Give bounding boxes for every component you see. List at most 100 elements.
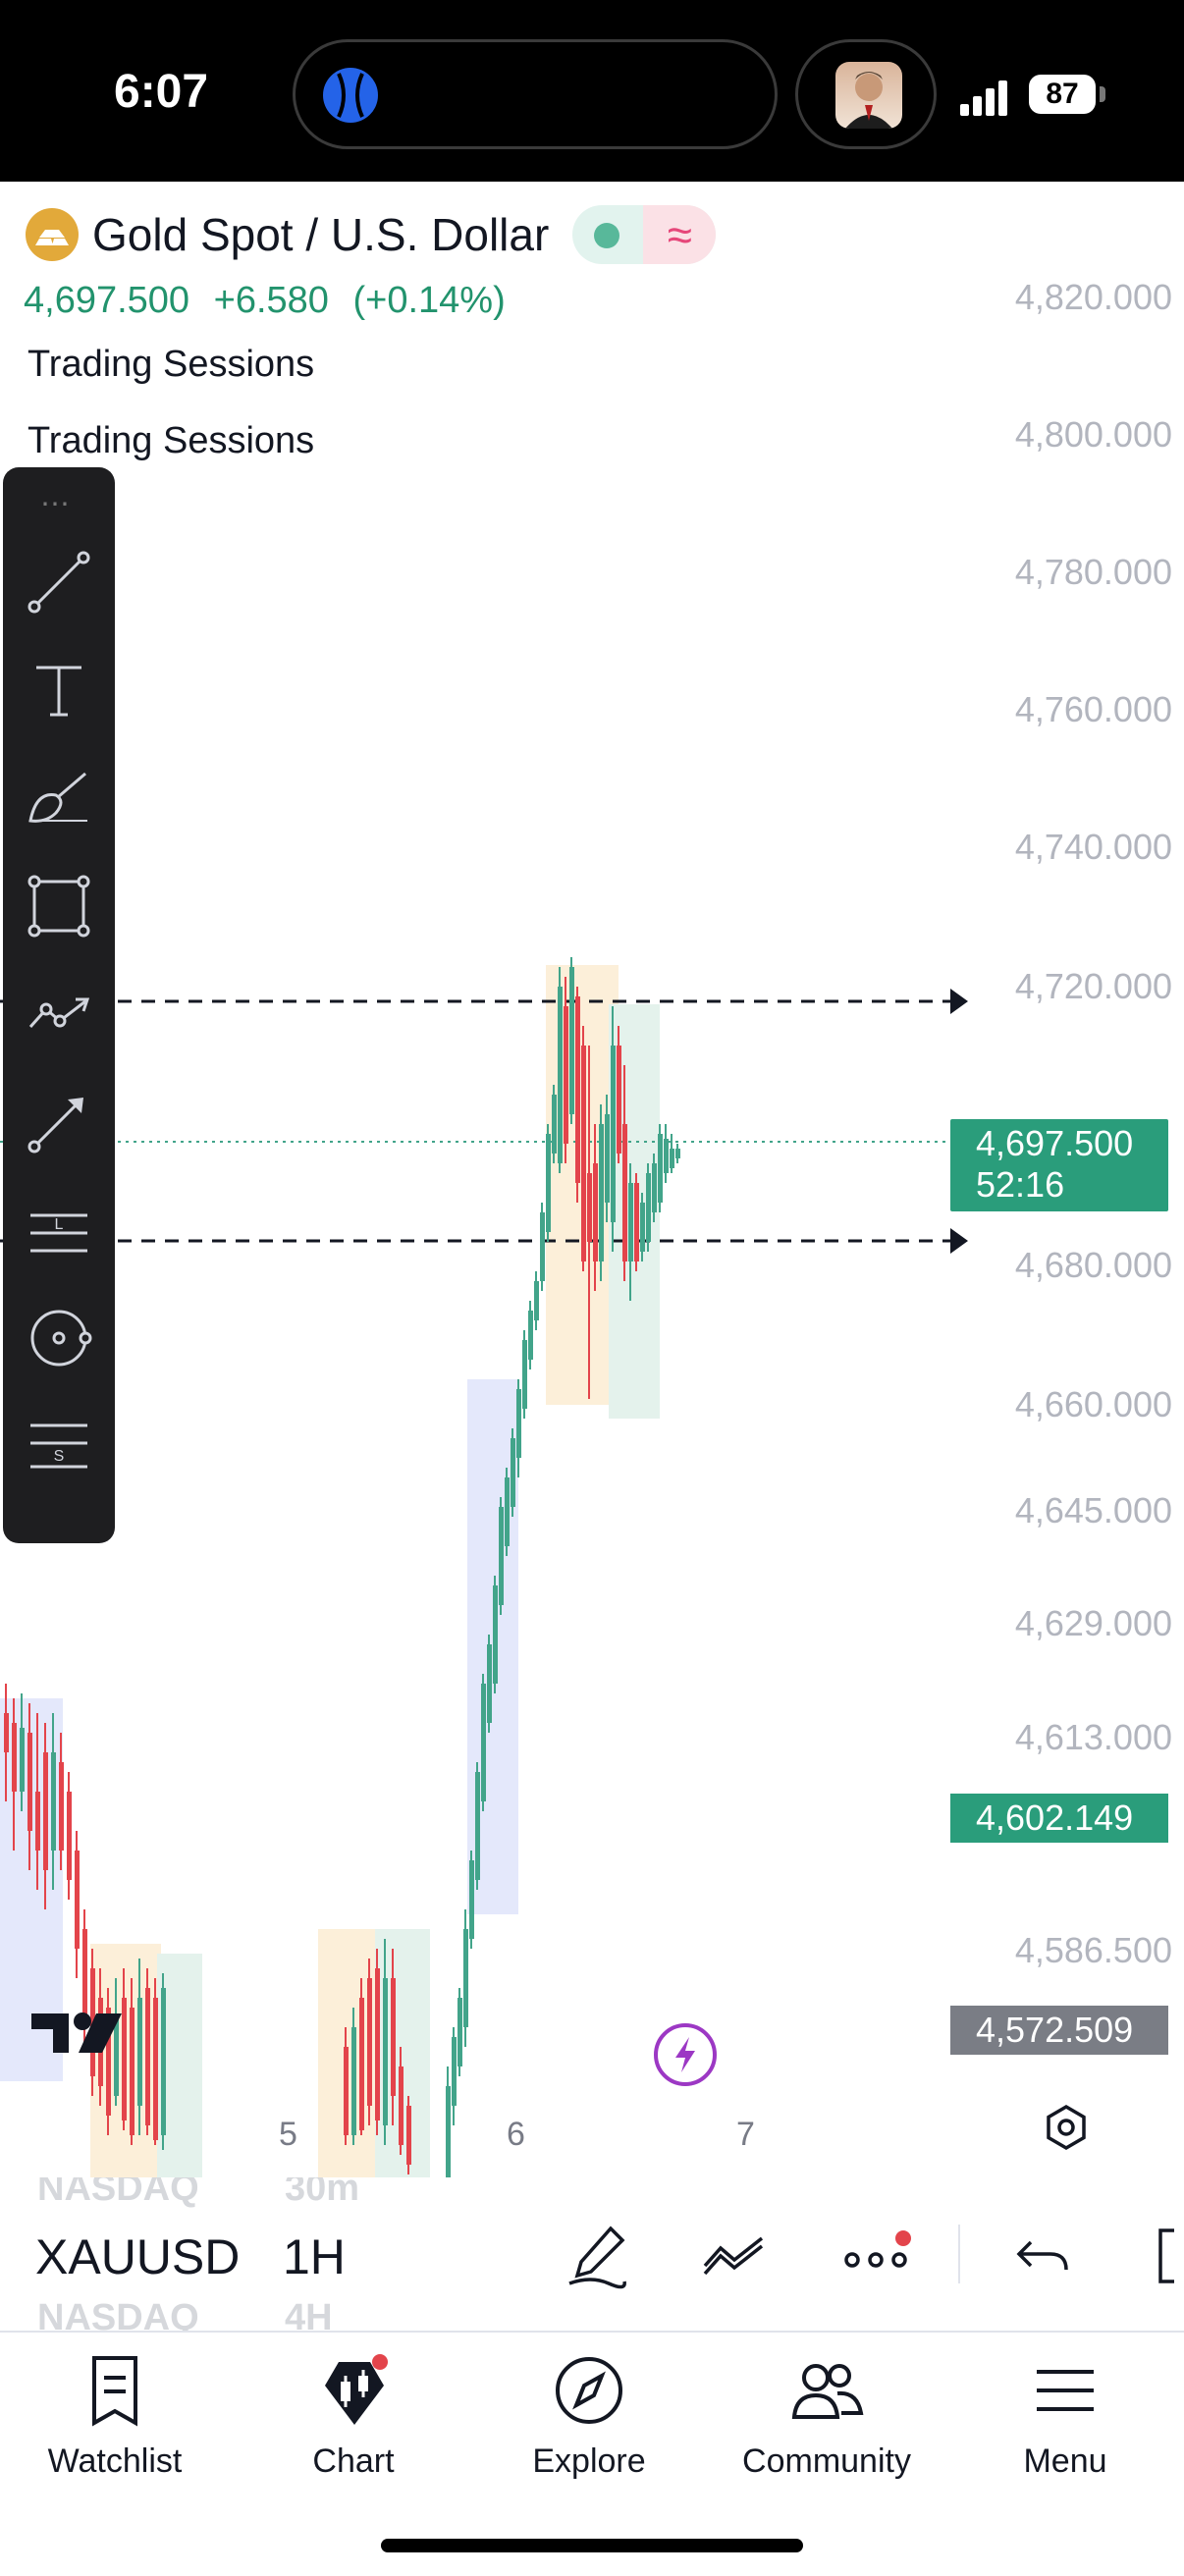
current-price-tag: 4,697.500 52:16 <box>950 1119 1168 1211</box>
candle-body <box>528 1311 533 1360</box>
candle-body <box>20 1728 25 1792</box>
interval-button[interactable]: 1H <box>283 2228 346 2285</box>
candle-body <box>564 1006 568 1144</box>
candle-body <box>546 1134 551 1232</box>
time-axis-label: 7 <box>736 2116 755 2153</box>
market-open-dot <box>594 223 620 248</box>
candle-body <box>452 2037 457 2106</box>
trend-line-tool-icon[interactable] <box>23 546 95 618</box>
price-change-percent: (+0.14%) <box>352 280 506 321</box>
indicators-icon[interactable] <box>699 2221 770 2291</box>
candle-body <box>646 1173 651 1242</box>
dynamic-island[interactable] <box>293 39 778 149</box>
flash-icon[interactable] <box>654 2023 717 2086</box>
long-position-tool-icon[interactable]: L <box>23 1194 95 1266</box>
battery-icon: 87 <box>1029 75 1096 114</box>
candle-body <box>675 1149 680 1158</box>
candle-body <box>4 1713 9 1752</box>
price-scale-label: 4,720.000 <box>1014 966 1172 1006</box>
brush-tool-icon[interactable] <box>23 762 95 834</box>
candle-body <box>391 1978 396 2096</box>
candle-body <box>569 967 574 1114</box>
symbol-header[interactable]: Gold Spot / U.S. Dollar ≈ <box>26 205 717 264</box>
chart-icon <box>325 2354 388 2425</box>
candle-body <box>481 1684 486 1801</box>
tradingview-logo-icon <box>31 2012 122 2053</box>
candle-body <box>67 1792 72 1880</box>
tab-community[interactable]: Community <box>728 2346 925 2481</box>
contact-avatar <box>835 62 902 129</box>
candle-body <box>622 1124 627 1261</box>
chart-toolbar: NASDAQ 30m NASDAQ 4H XAUUSD 1H <box>0 2177 1184 2331</box>
candle-body <box>27 1733 32 1831</box>
candle-body <box>587 1173 592 1242</box>
candle-body <box>516 1389 521 1458</box>
candle-body <box>82 1929 87 2017</box>
undo-icon[interactable] <box>1007 2221 1078 2291</box>
candle-body <box>367 1978 372 2106</box>
candle-body <box>487 1644 492 1723</box>
price-scale-label: 4,645.000 <box>1014 1490 1172 1530</box>
candle-body <box>359 1998 364 2130</box>
drag-handle-icon[interactable]: ⋯ <box>40 487 72 521</box>
candle-body <box>75 1851 80 1949</box>
candle-body <box>552 1095 557 1154</box>
tab-label: Community <box>742 2442 911 2480</box>
ghost-interval-above: 30m <box>285 2177 360 2209</box>
path-tool-icon[interactable] <box>23 978 95 1050</box>
candle-body <box>43 1752 48 1870</box>
symbol-name[interactable]: Gold Spot / U.S. Dollar <box>92 208 549 261</box>
chart-settings-icon[interactable] <box>1043 2104 1090 2151</box>
candle-body <box>499 1507 504 1605</box>
tab-explore[interactable]: Explore <box>491 2346 687 2481</box>
candle-body <box>593 1163 598 1261</box>
chart-area[interactable]: Gold Spot / U.S. Dollar ≈ 4,697.500 +6.5… <box>0 182 1184 2179</box>
candle-body <box>463 1929 468 2027</box>
bar-countdown: 52:16 <box>976 1164 1065 1205</box>
status-time: 6:07 <box>114 66 209 118</box>
indicator-label-1[interactable]: Trading Sessions <box>27 344 314 386</box>
current-price-value: 4,697.500 <box>976 1123 1134 1163</box>
symbol-button[interactable]: XAUUSD <box>35 2228 240 2285</box>
ghost-symbol-below: NASDAQ <box>37 2297 199 2331</box>
candle-body <box>628 1183 633 1261</box>
candle-body <box>658 1134 663 1203</box>
market-status-pill[interactable]: ≈ <box>572 205 717 264</box>
more-options-icon[interactable] <box>840 2221 911 2291</box>
candle-body <box>59 1762 64 1851</box>
drawing-toolbar[interactable]: ⋯ L S <box>3 467 115 1543</box>
live-activity[interactable] <box>795 39 937 149</box>
gold-logo-icon <box>26 208 79 261</box>
tab-watchlist[interactable]: Watchlist <box>17 2346 213 2481</box>
text-tool-icon[interactable] <box>23 654 95 726</box>
candle-body <box>12 1723 17 1792</box>
candle-body <box>505 1477 510 1546</box>
candle-body <box>457 1998 462 2066</box>
fullscreen-icon[interactable] <box>1149 2221 1184 2291</box>
signal-icon <box>960 80 1007 116</box>
candle-body <box>605 1114 610 1203</box>
price-scale-label: 4,660.000 <box>1014 1384 1172 1424</box>
svg-text:L: L <box>55 1216 64 1233</box>
price-change: +6.580 <box>213 280 329 321</box>
candle-body <box>137 1998 142 2106</box>
battery-tip <box>1100 86 1105 102</box>
candle-body <box>611 1046 616 1222</box>
candle-body <box>599 1124 604 1261</box>
pencil-icon[interactable] <box>562 2221 632 2291</box>
tab-label: Watchlist <box>47 2442 183 2480</box>
indicator-label-2[interactable]: Trading Sessions <box>27 420 314 462</box>
ghost-interval-below: 4H <box>285 2297 333 2331</box>
circle-tool-icon[interactable] <box>23 1302 95 1374</box>
rectangle-tool-icon[interactable] <box>23 870 95 942</box>
tab-menu[interactable]: Menu <box>967 2346 1163 2481</box>
baseball-app-icon <box>323 68 378 123</box>
quote-row: 4,697.500 +6.580 (+0.14%) <box>24 280 519 322</box>
candle-body <box>161 1988 166 2135</box>
short-position-tool-icon[interactable]: S <box>23 1410 95 1482</box>
arrow-tool-icon[interactable] <box>23 1086 95 1158</box>
tab-chart[interactable]: Chart <box>255 2346 452 2481</box>
candle-body <box>351 2027 356 2135</box>
svg-text:S: S <box>54 1448 65 1465</box>
candle-body <box>446 2086 451 2179</box>
